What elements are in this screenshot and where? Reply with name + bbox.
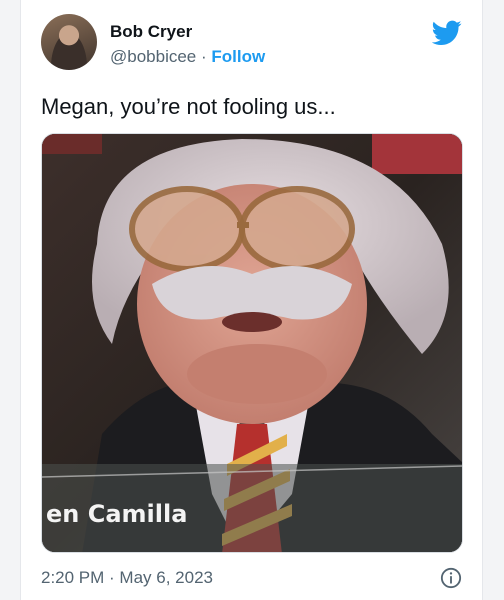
follow-button[interactable]: Follow — [211, 47, 265, 66]
twitter-bird-icon[interactable] — [432, 20, 462, 46]
handle-separator: · — [201, 47, 207, 66]
tweet-card: Bob Cryer @bobbicee · Follow Megan, you’… — [20, 0, 483, 600]
media-caption: en Camilla — [46, 500, 187, 528]
timestamp[interactable]: 2:20 PM · May 6, 2023 — [41, 568, 213, 588]
photo-illustration: en Camilla — [42, 134, 462, 552]
handle-row: @bobbicee · Follow — [110, 47, 265, 67]
avatar[interactable] — [41, 14, 97, 70]
author-handle[interactable]: @bobbicee — [110, 47, 196, 66]
tweet-photo[interactable]: en Camilla — [41, 133, 463, 553]
tweet-text: Megan, you’re not fooling us... — [41, 94, 336, 119]
info-icon[interactable] — [440, 567, 462, 589]
author-name[interactable]: Bob Cryer — [110, 22, 192, 42]
